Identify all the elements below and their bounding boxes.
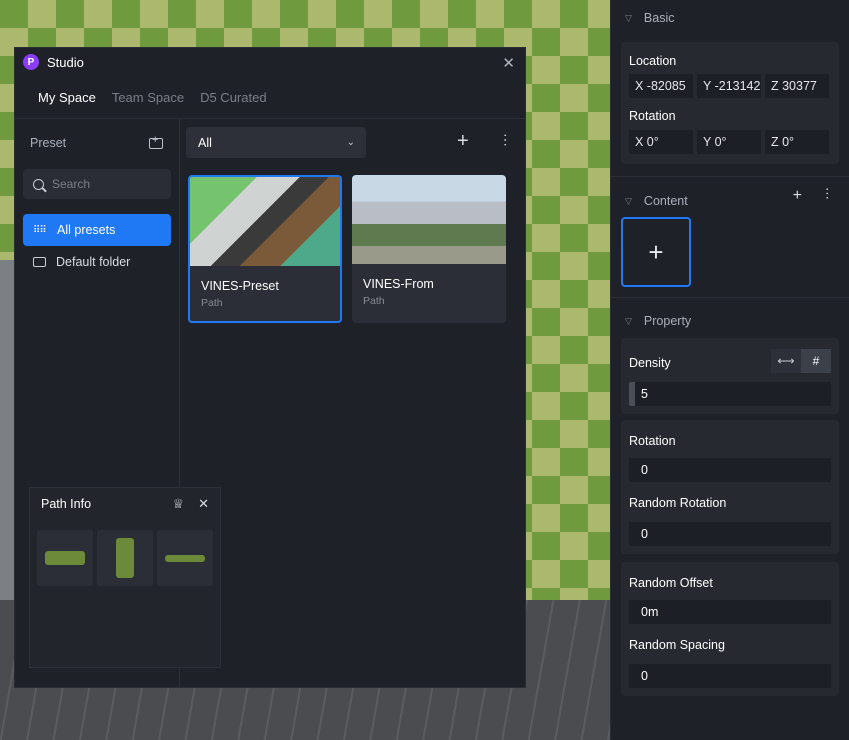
slider-fill bbox=[629, 382, 635, 406]
more-options-icon[interactable]: ⋯ bbox=[820, 187, 835, 205]
property-panel: ▽ Basic Location X -82085 Y -213142 Z 30… bbox=[610, 0, 849, 740]
location-label: Location bbox=[629, 54, 677, 68]
random-offset-label: Random Offset bbox=[629, 576, 713, 590]
basic-box: Location X -82085 Y -213142 Z 30377 Rota… bbox=[621, 42, 839, 164]
add-preset-button[interactable]: + bbox=[457, 131, 469, 151]
preset-thumbnail bbox=[352, 175, 506, 264]
chevron-down-icon: ▽ bbox=[625, 12, 632, 23]
vine-icon bbox=[45, 551, 85, 565]
rotation-x-field[interactable]: X 0° bbox=[629, 130, 693, 154]
preset-card[interactable]: VINES-From Path bbox=[352, 175, 506, 323]
sidebar-item-label: All presets bbox=[57, 223, 116, 237]
preset-heading: Preset bbox=[30, 136, 67, 150]
rotation-field[interactable]: 0 bbox=[629, 458, 831, 482]
random-rotation-label: Random Rotation bbox=[629, 496, 727, 510]
studio-tabs: My Space Team Space D5 Curated bbox=[15, 76, 525, 118]
tab-d5-curated[interactable]: D5 Curated bbox=[200, 90, 266, 118]
add-folder-icon[interactable] bbox=[149, 134, 163, 149]
tab-team-space[interactable]: Team Space bbox=[112, 90, 184, 118]
chevron-down-icon: ⌄ bbox=[346, 137, 355, 148]
location-x-field[interactable]: X -82085 bbox=[629, 74, 693, 98]
preset-main: All ⌄ + ⋯ VINES-Preset Path VINES-From P… bbox=[181, 119, 525, 687]
path-info-title: Path Info bbox=[41, 497, 92, 511]
density-value: 5 bbox=[641, 387, 648, 401]
preset-thumbnail bbox=[190, 177, 340, 266]
random-spacing-field[interactable]: 0 bbox=[629, 664, 831, 688]
search-box bbox=[23, 169, 171, 199]
sidebar-item-default-folder[interactable]: Default folder bbox=[23, 246, 171, 278]
sidebar-item-all-presets[interactable]: ⠿⠿ All presets bbox=[23, 214, 171, 246]
more-options-icon[interactable]: ⋯ bbox=[498, 133, 514, 147]
density-field[interactable]: 5 bbox=[629, 382, 831, 406]
d5-logo-icon: P bbox=[23, 54, 39, 70]
section-title: Basic bbox=[643, 11, 675, 25]
random-spacing-label: Random Spacing bbox=[629, 638, 725, 652]
add-content-button[interactable]: + bbox=[793, 187, 802, 205]
search-input[interactable] bbox=[52, 177, 162, 191]
close-icon[interactable]: ✕ bbox=[502, 54, 515, 72]
horizontal-arrows-icon[interactable]: ⟷ bbox=[771, 349, 801, 373]
filter-dropdown[interactable]: All ⌄ bbox=[186, 127, 366, 158]
rotation-box: Rotation 0 Random Rotation 0 bbox=[621, 420, 839, 554]
close-icon[interactable]: ✕ bbox=[198, 496, 209, 512]
search-icon bbox=[33, 178, 44, 190]
filter-value: All bbox=[198, 135, 212, 150]
section-title: Content bbox=[643, 194, 688, 208]
chevron-down-icon: ▽ bbox=[625, 315, 632, 326]
hash-icon[interactable]: # bbox=[801, 349, 831, 373]
rotation-label: Rotation bbox=[629, 434, 676, 448]
section-title: Property bbox=[643, 314, 692, 328]
rotation-y-field[interactable]: Y 0° bbox=[697, 130, 761, 154]
studio-title: Studio bbox=[47, 54, 84, 70]
preset-card[interactable]: VINES-Preset Path bbox=[188, 175, 342, 323]
location-z-field[interactable]: Z 30377 bbox=[765, 74, 829, 98]
scene-wall bbox=[0, 260, 14, 600]
path-item[interactable] bbox=[157, 530, 213, 586]
path-item[interactable] bbox=[37, 530, 93, 586]
crown-icon[interactable]: ♕ bbox=[172, 496, 184, 512]
preset-type: Path bbox=[201, 297, 223, 309]
section-basic[interactable]: ▽ Basic bbox=[611, 0, 849, 36]
path-item[interactable] bbox=[97, 530, 153, 586]
sidebar-item-label: Default folder bbox=[56, 255, 131, 269]
density-box: Density ⟷ # 5 bbox=[621, 338, 839, 414]
preset-name: VINES-Preset bbox=[201, 279, 279, 293]
section-content[interactable]: ▽ Content + ⋯ bbox=[611, 177, 849, 223]
vine-icon bbox=[165, 554, 205, 562]
random-offset-field[interactable]: 0m bbox=[629, 600, 831, 624]
chevron-down-icon: ▽ bbox=[625, 195, 632, 206]
preset-type: Path bbox=[363, 295, 385, 307]
tab-my-space[interactable]: My Space bbox=[38, 90, 96, 118]
rotation-z-field[interactable]: Z 0° bbox=[765, 130, 829, 154]
random-rotation-field[interactable]: 0 bbox=[629, 522, 831, 546]
grid-icon: ⠿⠿ bbox=[33, 224, 47, 236]
preset-name: VINES-From bbox=[363, 277, 434, 291]
path-info-panel: Path Info ♕ ✕ bbox=[29, 487, 221, 668]
vine-icon bbox=[116, 538, 134, 578]
folder-icon bbox=[33, 257, 46, 267]
location-y-field[interactable]: Y -213142 bbox=[697, 74, 761, 98]
rotation-label: Rotation bbox=[629, 109, 676, 123]
add-content-slot[interactable]: + bbox=[621, 217, 691, 287]
studio-header: P Studio bbox=[15, 48, 525, 76]
offset-box: Random Offset 0m Random Spacing 0 bbox=[621, 562, 839, 696]
